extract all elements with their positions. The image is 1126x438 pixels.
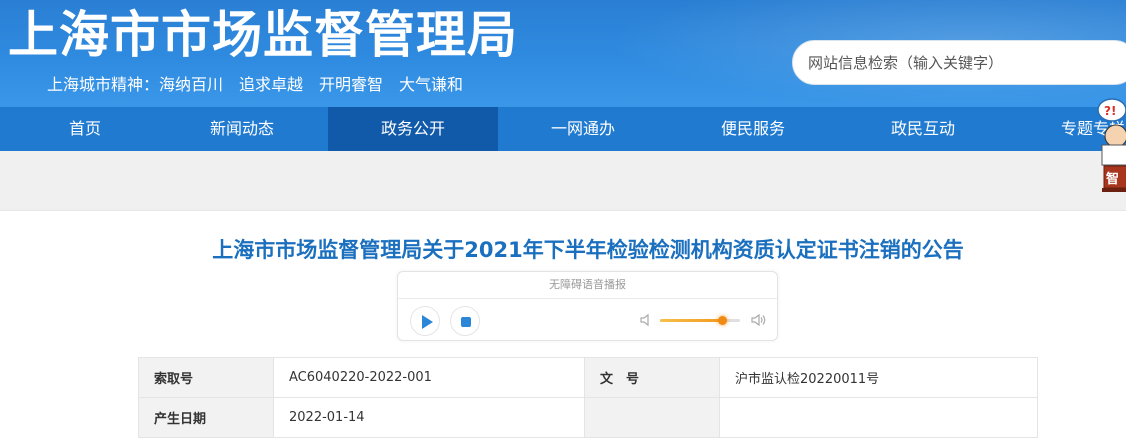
volume-fill (660, 319, 723, 322)
robot-mascot-icon: ?! 智 (1097, 98, 1126, 192)
play-button[interactable] (410, 306, 440, 336)
nav-item-interaction[interactable]: 政民互动 (838, 107, 1008, 151)
nav-item-home[interactable]: 首页 (0, 107, 170, 151)
player-label: 无障碍语音播报 (549, 278, 626, 291)
nav-item-one-stop-service[interactable]: 一网通办 (498, 107, 668, 151)
volume-high-icon (751, 313, 766, 327)
document-number-label: 文 号 (584, 357, 720, 398)
volume-knob[interactable] (718, 316, 728, 325)
stop-icon (461, 317, 471, 327)
breadcrumb-band (0, 151, 1126, 211)
document-meta-table: 索取号 AC6040220-2022-001 文 号 沪市监认检20220011… (138, 357, 1038, 438)
table-row: 产生日期 2022-01-14 (138, 397, 1038, 438)
issue-date-label: 产生日期 (138, 397, 274, 438)
nav-item-government-affairs[interactable]: 政务公开 (328, 107, 498, 151)
mascot-sign-text: 智 (1106, 171, 1119, 187)
site-title[interactable]: 上海市市场监督管理局 (8, 4, 518, 66)
mascot-bubble-text: ?! (1104, 104, 1116, 118)
issue-date-value: 2022-01-14 (273, 397, 585, 438)
stop-button[interactable] (450, 306, 480, 336)
city-motto: 上海城市精神：海纳百川 追求卓越 开明睿智 大气谦和 (47, 75, 464, 94)
voice-player: 无障碍语音播报 (397, 271, 778, 341)
play-icon (422, 315, 433, 329)
assistant-mascot[interactable]: ?! 智 (1088, 96, 1126, 200)
article-title: 上海市市场监督管理局关于2021年下半年检验检测机构资质认定证书注销的公告 (212, 238, 964, 262)
search-box[interactable] (792, 40, 1126, 85)
document-number-value: 沪市监认检20220011号 (719, 357, 1038, 398)
index-number-value: AC6040220-2022-001 (273, 357, 585, 398)
search-input[interactable] (793, 41, 1126, 84)
volume-low-icon (640, 313, 649, 327)
main-nav: 首页 新闻动态 政务公开 一网通办 便民服务 政民互动 专题专栏 (0, 107, 1126, 151)
meta-label-empty (584, 397, 720, 438)
volume-slider[interactable] (660, 316, 740, 325)
nav-item-news[interactable]: 新闻动态 (157, 107, 327, 151)
site-header: 上海市市场监督管理局 上海城市精神：海纳百川 追求卓越 开明睿智 大气谦和 (0, 0, 1126, 107)
meta-value-empty (719, 397, 1038, 438)
index-number-label: 索取号 (138, 357, 274, 398)
table-row: 索取号 AC6040220-2022-001 文 号 沪市监认检20220011… (138, 357, 1038, 398)
player-divider (398, 298, 777, 299)
nav-item-public-service[interactable]: 便民服务 (668, 107, 838, 151)
